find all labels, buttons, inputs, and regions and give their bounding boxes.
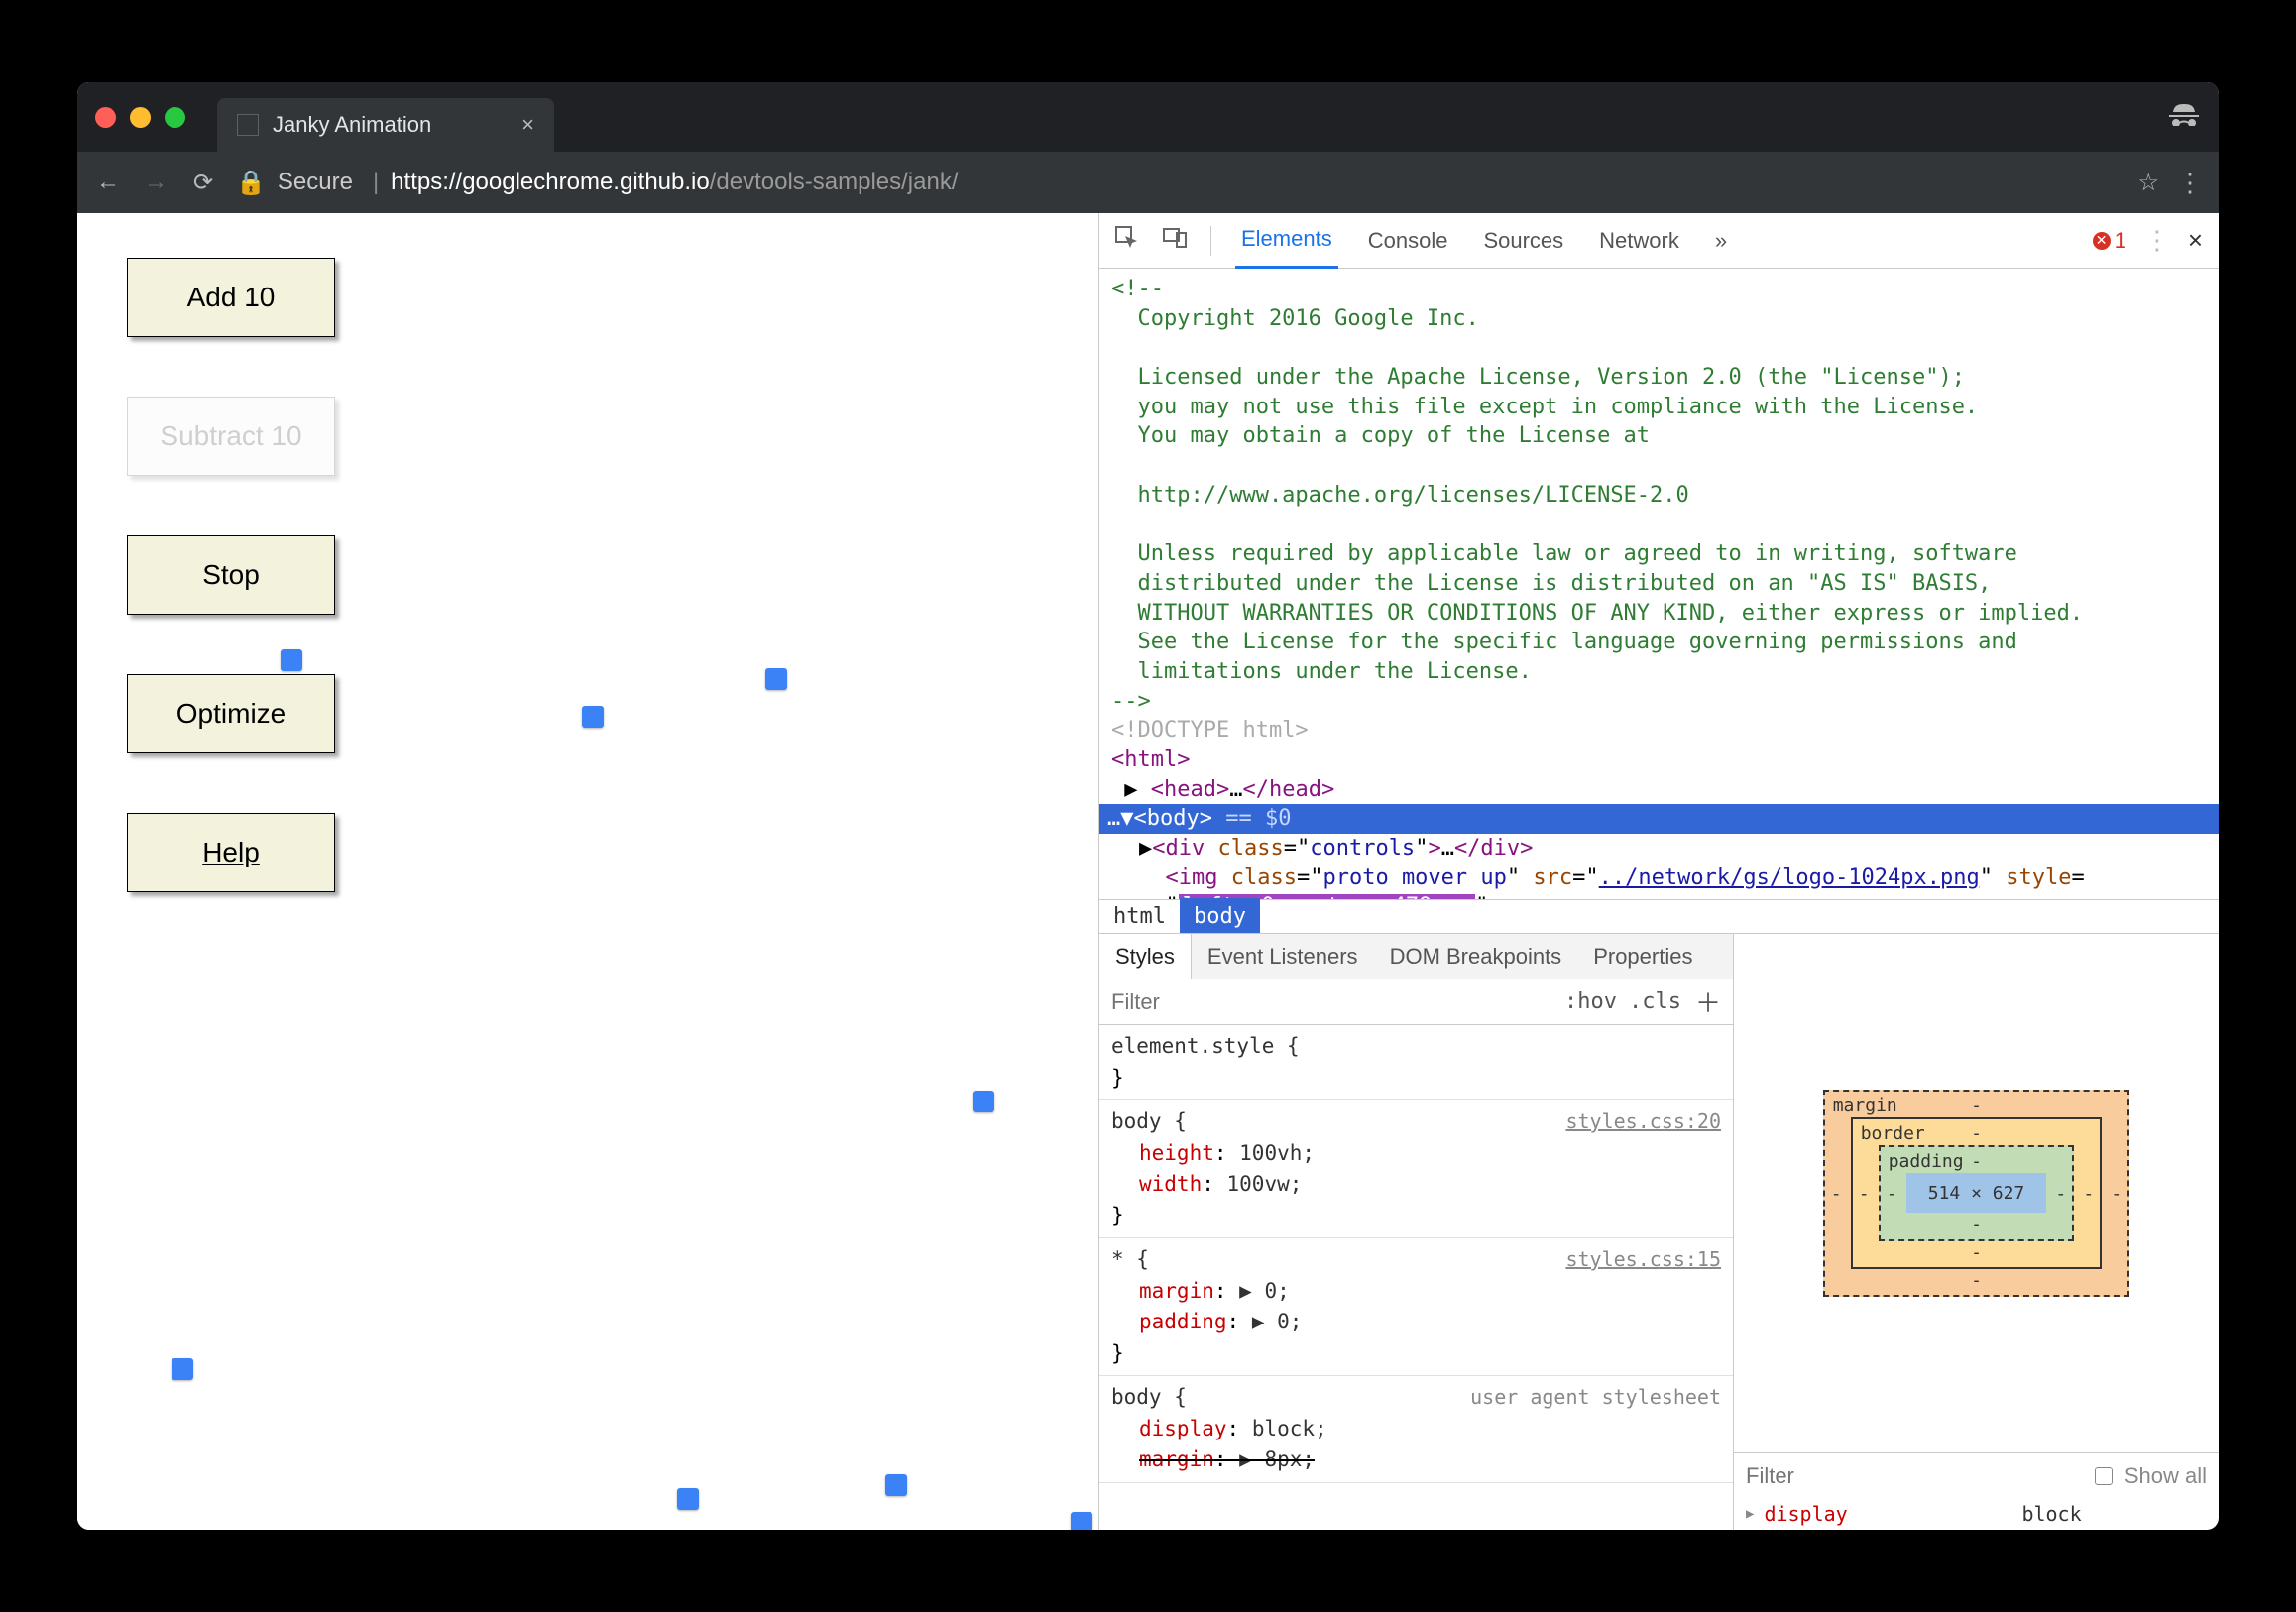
- styles-computed-split: Styles Event Listeners DOM Breakpoints P…: [1099, 933, 2219, 1530]
- back-button[interactable]: ←: [93, 169, 123, 196]
- tab-sources[interactable]: Sources: [1477, 214, 1569, 268]
- devtools-tabs: Elements Console Sources Network » ✕1 ⋮ …: [1099, 213, 2219, 269]
- mover-logo: [281, 649, 302, 671]
- html-tag[interactable]: <html>: [1111, 746, 2219, 775]
- subtract-10-button[interactable]: Subtract 10: [127, 397, 335, 476]
- computed-filter-row: Show all: [1734, 1452, 2219, 1498]
- mover-logo: [582, 706, 604, 728]
- lock-icon: 🔒: [236, 169, 266, 197]
- url-host: https://googlechrome.github.io: [391, 169, 710, 195]
- controls-panel: Add 10 Subtract 10 Stop Optimize Help: [127, 258, 335, 892]
- secure-label: Secure: [278, 169, 353, 196]
- tab-title: Janky Animation: [273, 112, 431, 138]
- browser-tab[interactable]: Janky Animation ×: [217, 98, 554, 152]
- dom-breadcrumb: html body: [1099, 899, 2219, 933]
- more-tabs-icon[interactable]: »: [1709, 214, 1733, 268]
- cls-toggle[interactable]: .cls: [1629, 989, 1681, 1014]
- mover-logo: [973, 1091, 994, 1112]
- address-bar: ← → ⟳ 🔒 Secure | https://googlechrome.gi…: [77, 152, 2219, 213]
- omnibox[interactable]: 🔒 Secure | https://googlechrome.github.i…: [236, 169, 2120, 197]
- box-model-padding-label: padding: [1889, 1151, 1964, 1172]
- forward-button[interactable]: →: [141, 169, 171, 196]
- reload-button[interactable]: ⟳: [188, 169, 218, 197]
- css-rules-list[interactable]: element.style {}styles.css:20body {heigh…: [1099, 1025, 1733, 1530]
- mover-logo: [1071, 1512, 1092, 1530]
- box-model-margin-label: margin: [1833, 1095, 1897, 1116]
- minimize-window-button[interactable]: [130, 107, 151, 128]
- titlebar: Janky Animation ×: [77, 82, 2219, 152]
- optimize-button[interactable]: Optimize: [127, 674, 335, 753]
- browser-menu-icon[interactable]: ⋮: [2177, 168, 2203, 198]
- breadcrumb-html[interactable]: html: [1099, 898, 1180, 933]
- computed-panel: margin - - - - border - - - -: [1734, 934, 2219, 1530]
- controls-row[interactable]: ▶<div class="controls">…</div>: [1111, 834, 2219, 864]
- window-controls: [95, 107, 185, 128]
- doctype: <!DOCTYPE html>: [1111, 716, 2219, 746]
- tab-close-icon[interactable]: ×: [521, 112, 534, 138]
- new-style-rule-icon[interactable]: ＋: [1695, 983, 1721, 1020]
- computed-row[interactable]: ▶ display block: [1746, 1502, 2207, 1526]
- rendered-page: Add 10 Subtract 10 Stop Optimize Help: [77, 213, 1098, 1530]
- styles-filter-input[interactable]: [1111, 989, 1550, 1015]
- dom-tree[interactable]: <!-- Copyright 2016 Google Inc. Licensed…: [1099, 269, 2219, 933]
- mover-logo: [765, 668, 787, 690]
- add-10-button[interactable]: Add 10: [127, 258, 335, 337]
- close-window-button[interactable]: [95, 107, 116, 128]
- box-model-border-label: border: [1861, 1123, 1925, 1144]
- show-all-label: Show all: [2124, 1463, 2207, 1489]
- rule-source-link[interactable]: styles.css:20: [1565, 1106, 1721, 1136]
- inspect-element-icon[interactable]: [1115, 226, 1139, 256]
- mover-logo: [677, 1488, 699, 1510]
- computed-filter-input[interactable]: [1746, 1463, 2083, 1489]
- content-area: Add 10 Subtract 10 Stop Optimize Help El…: [77, 213, 2219, 1530]
- box-model-content: 514 × 627: [1906, 1173, 2047, 1213]
- license-comment: <!-- Copyright 2016 Google Inc. Licensed…: [1111, 275, 2219, 716]
- show-all-checkbox[interactable]: [2095, 1467, 2113, 1485]
- tab-network[interactable]: Network: [1593, 214, 1685, 268]
- rule-source-link: user agent stylesheet: [1470, 1382, 1721, 1412]
- devtools-panel: Elements Console Sources Network » ✕1 ⋮ …: [1098, 213, 2219, 1530]
- zoom-window-button[interactable]: [165, 107, 185, 128]
- box-model-diagram: margin - - - - border - - - -: [1734, 934, 2219, 1452]
- error-count: 1: [2115, 228, 2126, 254]
- browser-window: Janky Animation × ← → ⟳ 🔒 Secure | https…: [77, 82, 2219, 1530]
- bookmark-star-icon[interactable]: ☆: [2137, 169, 2159, 197]
- mover-logo: [885, 1474, 907, 1496]
- tab-favicon: [237, 114, 259, 136]
- incognito-icon: [2167, 102, 2201, 133]
- subtab-dom-breakpoints[interactable]: DOM Breakpoints: [1374, 934, 1578, 979]
- styles-panel: Styles Event Listeners DOM Breakpoints P…: [1099, 934, 1734, 1530]
- devtools-close-icon[interactable]: ×: [2188, 225, 2203, 256]
- url-path: /devtools-samples/jank/: [710, 169, 959, 195]
- head-row[interactable]: ▶ <head>…</head>: [1111, 775, 2219, 805]
- hov-toggle[interactable]: :hov: [1564, 989, 1617, 1014]
- rule-source-link[interactable]: styles.css:15: [1565, 1244, 1721, 1274]
- body-row-selected[interactable]: …▼<body> == $0: [1099, 804, 2219, 834]
- styles-filter-row: :hov .cls ＋: [1099, 979, 1733, 1025]
- mover-logo: [172, 1358, 193, 1380]
- breadcrumb-body[interactable]: body: [1180, 898, 1260, 933]
- styles-subtabs: Styles Event Listeners DOM Breakpoints P…: [1099, 934, 1733, 979]
- toggle-device-icon[interactable]: [1163, 226, 1187, 256]
- subtab-event-listeners[interactable]: Event Listeners: [1192, 934, 1374, 979]
- error-count-badge[interactable]: ✕1: [2093, 228, 2126, 254]
- computed-rows: ▶ display block: [1734, 1498, 2219, 1530]
- tab-console[interactable]: Console: [1362, 214, 1454, 268]
- subtab-properties[interactable]: Properties: [1577, 934, 1708, 979]
- stop-button[interactable]: Stop: [127, 535, 335, 615]
- tab-elements[interactable]: Elements: [1235, 212, 1338, 269]
- devtools-menu-icon[interactable]: ⋮: [2144, 225, 2170, 256]
- subtab-styles[interactable]: Styles: [1099, 934, 1192, 979]
- img-row-1[interactable]: <img class="proto mover up" src="../netw…: [1111, 864, 2219, 893]
- help-button[interactable]: Help: [127, 813, 335, 892]
